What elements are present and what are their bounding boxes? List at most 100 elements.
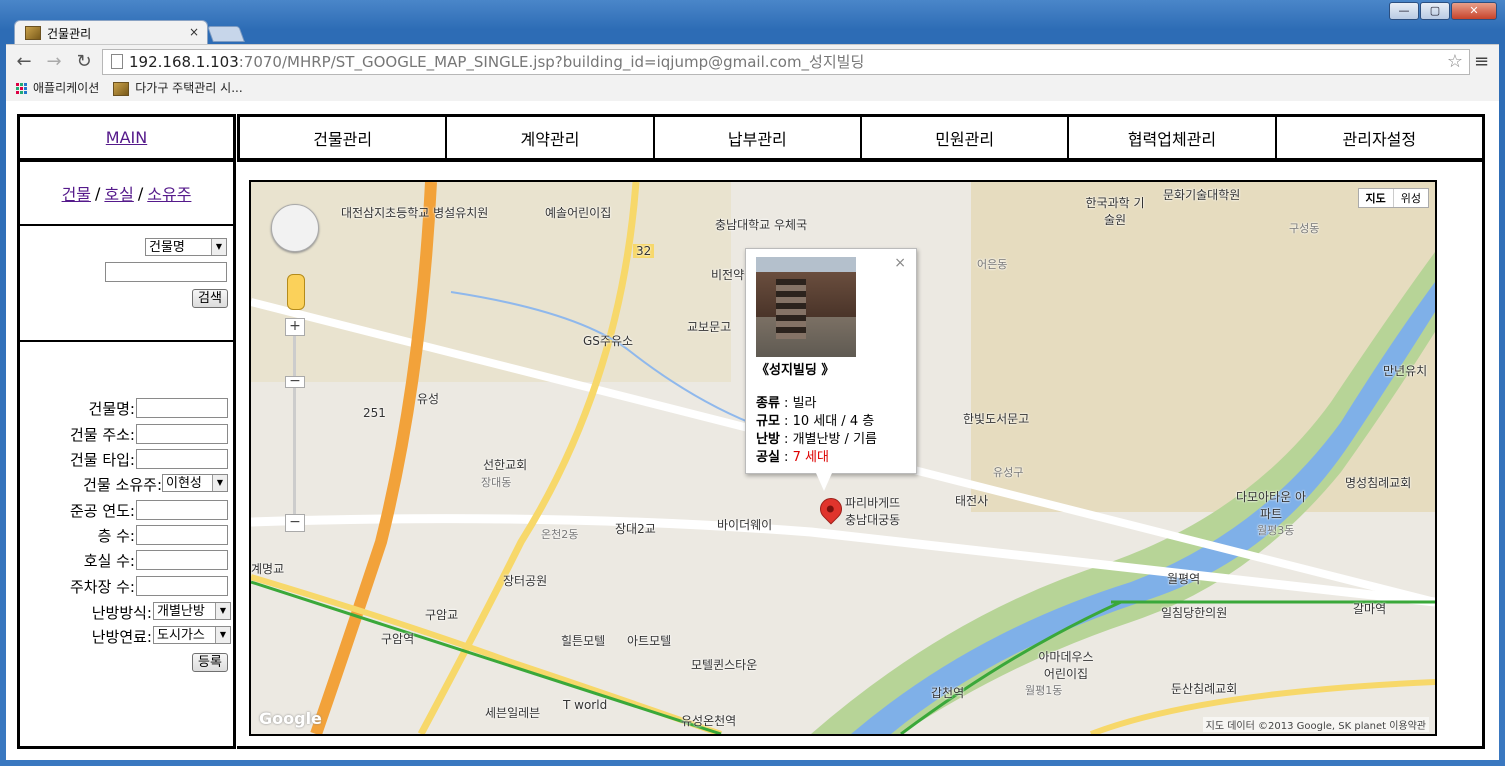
nav-building-link[interactable]: 건물관리 [313, 126, 372, 150]
tab-close-icon[interactable]: × [189, 25, 199, 39]
maximize-button[interactable]: ▢ [1420, 2, 1450, 20]
map-type-control: 지도 위성 [1357, 188, 1429, 208]
browser-tab[interactable]: 건물관리 × [14, 20, 208, 45]
pan-control-icon[interactable] [271, 204, 319, 252]
map-type-roadmap[interactable]: 지도 [1359, 189, 1394, 207]
search-input[interactable] [105, 262, 227, 282]
info-heat-row: 난방 : 개별난방 / 기름 [756, 432, 877, 447]
nav-admin-link[interactable]: 관리자설정 [1343, 126, 1417, 150]
field-label: 준공 연도: [69, 502, 135, 520]
back-icon[interactable]: ← [12, 51, 36, 72]
sidebar-link-owner[interactable]: 소유주 [147, 181, 191, 205]
nav-payment-link[interactable]: 납부관리 [728, 126, 787, 150]
map-label: 갑천역 [931, 686, 965, 700]
map-label: 태전사 [955, 494, 989, 508]
new-tab-button[interactable] [207, 26, 245, 42]
owner-select-value: 이현성 [166, 476, 202, 491]
heating-type-select[interactable]: 개별난방 ▼ [153, 602, 231, 620]
map-label: 어은동 [977, 258, 1008, 271]
zoom-slider-handle[interactable]: − [285, 374, 305, 388]
menu-cell: 납부관리 [652, 117, 860, 158]
url-path: :7070/MHRP/ST_GOOGLE_MAP_SINGLE.jsp?buil… [238, 53, 865, 71]
register-button[interactable]: 등록 [192, 653, 228, 672]
bookmark-apps[interactable]: 애플리케이션 [16, 79, 99, 96]
chevron-down-icon: ▼ [215, 603, 230, 619]
map-label: 장대동 [481, 476, 512, 489]
separator: / [137, 183, 144, 203]
google-logo[interactable]: Google [259, 709, 322, 728]
page-content: MAIN 건물관리 계약관리 납부관리 민원관리 협력업체관리 관리자설정 건물… [6, 101, 1499, 760]
completion-year-field[interactable] [136, 500, 228, 520]
sidebar-link-building[interactable]: 건물 [62, 181, 91, 205]
building-address-field[interactable] [136, 424, 228, 444]
map-label: 파리바게뜨 충남대궁동 [845, 496, 901, 527]
map-label: 251 [363, 406, 386, 420]
field-label: 건물 주소: [69, 426, 135, 444]
map-label: 구성동 [1289, 222, 1320, 235]
heating-fuel-select[interactable]: 도시가스 ▼ [153, 626, 231, 644]
reload-icon[interactable]: ↻ [72, 51, 96, 72]
map-label: 명성침례교회 [1345, 476, 1412, 490]
address-bar[interactable]: 192.168.1.103:7070/MHRP/ST_GOOGLE_MAP_SI… [102, 49, 1470, 75]
heating-fuel-value: 도시가스 [157, 628, 205, 643]
chrome-menu-icon[interactable]: ≡ [1474, 51, 1489, 72]
search-type-value: 건물명 [149, 240, 185, 255]
search-button[interactable]: 검색 [192, 289, 228, 308]
sidebar-link-room[interactable]: 호실 [104, 181, 133, 205]
owner-select[interactable]: 이현성 ▼ [162, 474, 228, 492]
close-window-button[interactable]: ✕ [1451, 2, 1497, 20]
menu-cell: 계약관리 [445, 117, 652, 158]
map-label: 세븐일레븐 [485, 706, 541, 720]
rooms-field[interactable] [136, 550, 228, 570]
zoom-slider-track[interactable] [293, 328, 296, 528]
house-bookmark-icon [113, 81, 130, 96]
map-label: 대전삼지초등학교 병설유치원 [341, 206, 489, 220]
bookmarks-bar: 애플리케이션 다가구 주택관리 시... [16, 79, 243, 96]
field-label: 난방연료: [91, 628, 152, 646]
building-type-field[interactable] [136, 449, 228, 469]
parking-field[interactable] [136, 576, 228, 596]
search-type-select[interactable]: 건물명 ▼ [145, 238, 227, 256]
nav-main-link[interactable]: MAIN [106, 128, 147, 147]
zoom-out-button[interactable]: − [285, 514, 305, 532]
close-icon[interactable]: × [894, 255, 906, 271]
building-name-field[interactable] [136, 398, 228, 418]
minimize-button[interactable]: — [1389, 2, 1419, 20]
zoom-in-button[interactable]: + [285, 318, 305, 336]
bookmark-house-label: 다가구 주택관리 시... [135, 81, 243, 95]
info-details: 종류 : 빌라 규모 : 10 세대 / 4 층 난방 : 개별난방 / 기름 … [756, 395, 877, 467]
url-host: 192.168.1.103 [129, 53, 239, 71]
field-label: 난방방식: [91, 604, 152, 622]
bookmark-house[interactable]: 다가구 주택관리 시... [113, 79, 243, 96]
sidebar-links: 건물 / 호실 / 소유주 [20, 162, 233, 226]
map-copyright[interactable]: 지도 데이터 ©2013 Google, SK planet 이용약관 [1202, 717, 1429, 732]
nav-contract-link[interactable]: 계약관리 [521, 126, 580, 150]
info-vacancy-row: 공실 : 7 세대 [756, 450, 829, 465]
window-controls: — ▢ ✕ [1389, 2, 1497, 20]
info-vacancy-value: 7 세대 [792, 450, 829, 465]
menu-cell: 관리자설정 [1274, 117, 1482, 158]
favicon-icon [25, 26, 41, 40]
field-label: 건물 소유주: [83, 476, 162, 494]
info-scale-row: 규모 : 10 세대 / 4 층 [756, 414, 875, 429]
main-menu: 건물관리 계약관리 납부관리 민원관리 협력업체관리 관리자설정 [237, 114, 1485, 161]
pegman-icon[interactable] [287, 274, 305, 310]
google-map[interactable]: 대전삼지초등학교 병설유치원 예솔어린이집 충남대학교 우체국 비전약국 교보문… [249, 180, 1437, 736]
map-type-satellite[interactable]: 위성 [1394, 189, 1428, 207]
map-label: 유성온천역 [681, 714, 737, 728]
info-scale-value: 10 세대 / 4 층 [792, 414, 875, 429]
forward-icon[interactable]: → [42, 51, 66, 72]
nav-partner-link[interactable]: 협력업체관리 [1128, 126, 1216, 150]
main-nav-cell: MAIN [17, 114, 236, 161]
map-label: 구암교 [425, 608, 459, 622]
map-label: 문화기술대학원 [1163, 188, 1241, 202]
map-label: 힐튼모텔 [561, 634, 606, 648]
bookmark-star-icon[interactable]: ☆ [1447, 50, 1463, 74]
floors-field[interactable] [136, 525, 228, 545]
map-label: 유성 [417, 392, 440, 406]
nav-complaint-link[interactable]: 민원관리 [935, 126, 994, 150]
chevron-down-icon: ▼ [211, 239, 226, 255]
map-label: 모텔퀸스타운 [691, 658, 758, 672]
map-label: 다모아타운 아파트 [1235, 490, 1307, 521]
zoom-control: + − − [285, 318, 305, 540]
